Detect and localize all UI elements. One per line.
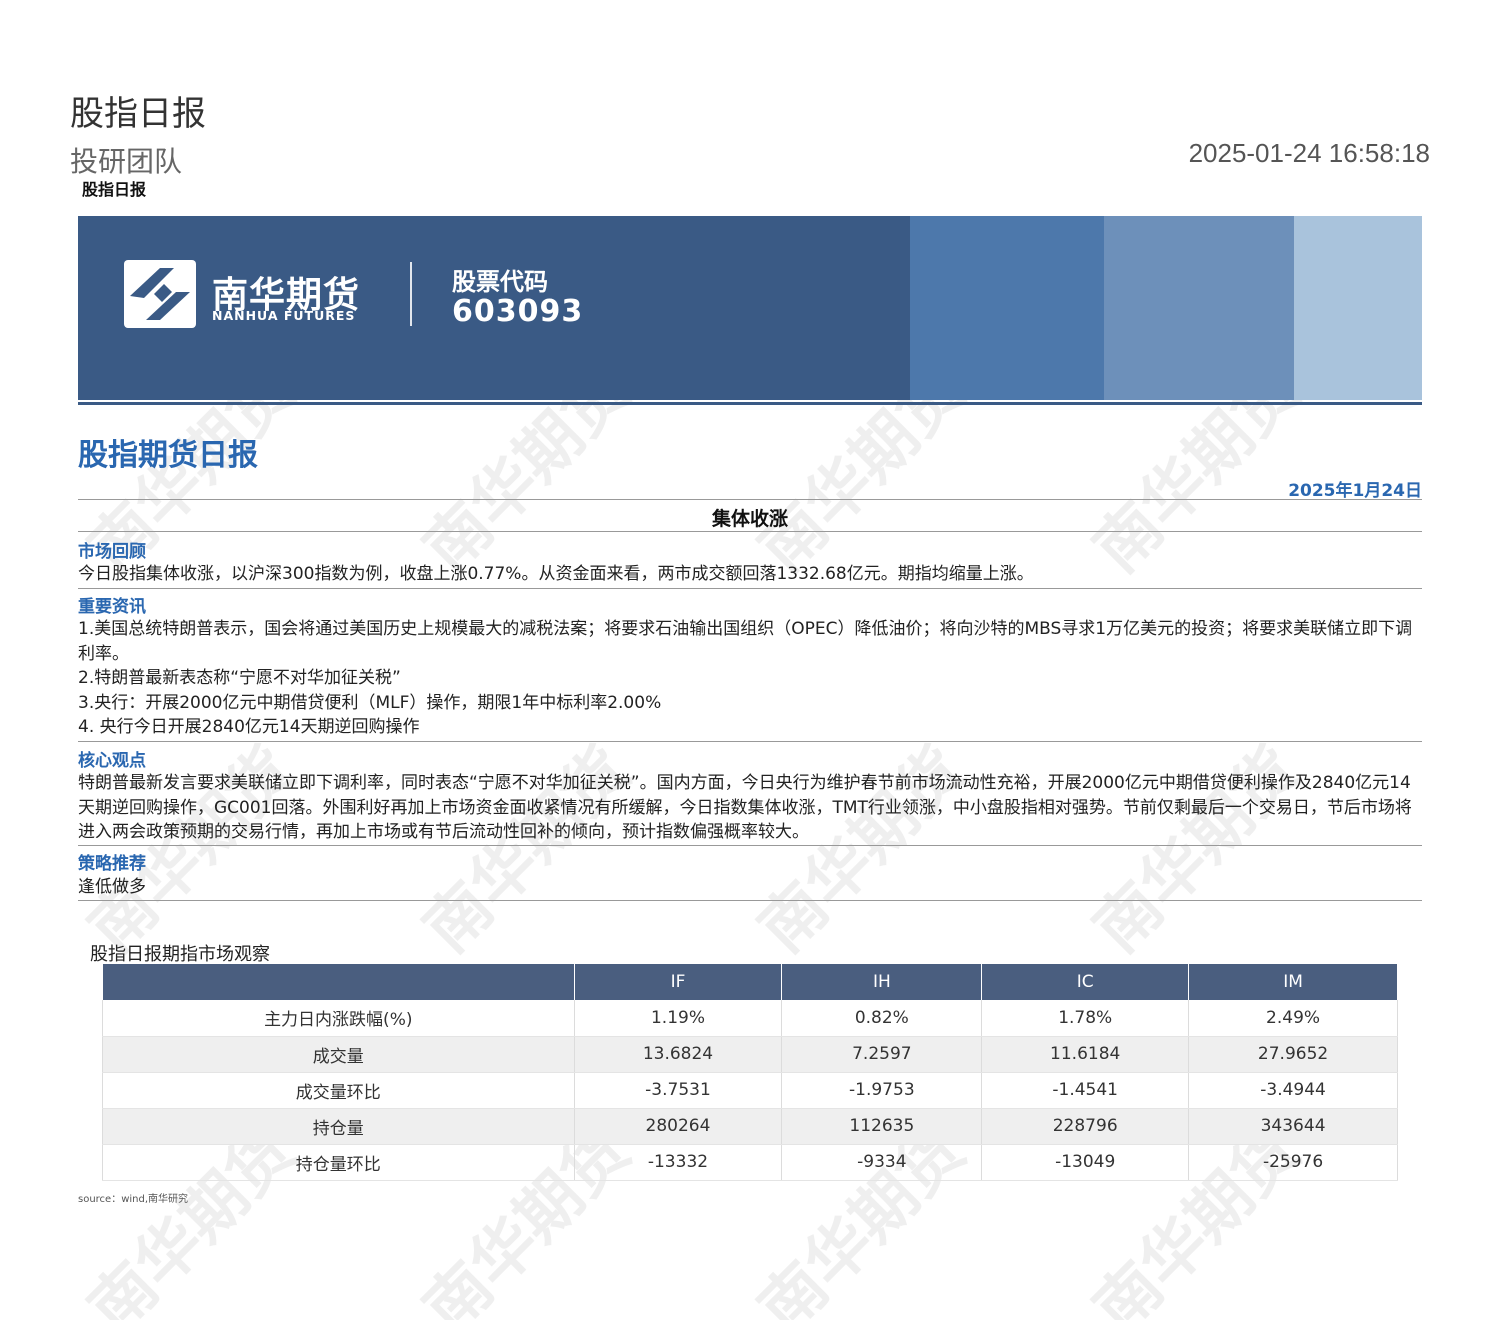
table-header-row: IF IH IC IM: [102, 964, 1398, 1000]
table-row: 持仓量环比 -13332 -9334 -13049 -25976: [102, 1144, 1398, 1181]
watermark-text: 南华期货: [410, 733, 644, 967]
stock-code-value: 603093: [452, 294, 584, 329]
table-cell: -1.4541: [981, 1072, 1190, 1109]
table-cell: 13.6824: [574, 1036, 783, 1073]
section-body-view: 特朗普最新发言要求美联储立即下调利率，同时表态“宁愿不对华加征关税”。国内方面，…: [78, 773, 1412, 842]
report-headline: 集体收涨: [711, 508, 788, 530]
section-heading-news: 重要资讯: [78, 597, 146, 617]
table-cell: 1.78%: [981, 1000, 1190, 1037]
document-subtitle: 投研团队: [70, 145, 183, 178]
document-small-title: 股指日报: [82, 180, 147, 199]
watermark-text: 南华期货: [1080, 733, 1314, 967]
table-cell: -9334: [781, 1144, 983, 1181]
row-label: 持仓量: [102, 1108, 575, 1145]
document-timestamp: 2025-01-24 16:58:18: [1188, 138, 1430, 168]
watermark-text: 南华期货: [745, 733, 979, 967]
banner-band: [1294, 216, 1422, 400]
report-title: 股指期货日报: [78, 438, 258, 473]
company-banner: 南华期货 NANHUA FUTURES 股票代码 603093: [78, 216, 1422, 400]
column-header: IM: [1188, 964, 1398, 1000]
table-cell: 2.49%: [1188, 1000, 1398, 1037]
report-date: 2025年1月24日: [1288, 481, 1422, 501]
divider: [78, 531, 1422, 532]
news-item: 1.美国总统特朗普表示，国会将通过美国历史上规模最大的减税法案；将要求石油输出国…: [78, 619, 1413, 664]
table-cell: 1.19%: [574, 1000, 783, 1037]
section-heading-view: 核心观点: [78, 751, 146, 771]
table-row: 成交量环比 -3.7531 -1.9753 -1.4541 -3.4944: [102, 1072, 1398, 1109]
row-label: 成交量: [102, 1036, 575, 1073]
column-header: IH: [781, 964, 983, 1000]
banner-band: [1104, 216, 1294, 400]
divider: [78, 845, 1422, 846]
table-cell: 0.82%: [781, 1000, 983, 1037]
stock-code-label: 股票代码: [452, 268, 548, 296]
banner-divider: [410, 262, 412, 326]
table-cell: -3.7531: [574, 1072, 783, 1109]
table-row: 主力日内涨跌幅(%) 1.19% 0.82% 1.78% 2.49%: [102, 1000, 1398, 1037]
row-label: 主力日内涨跌幅(%): [102, 1000, 575, 1037]
divider: [78, 499, 1422, 500]
table-row: 持仓量 280264 112635 228796 343644: [102, 1108, 1398, 1145]
table-cell: -3.4944: [1188, 1072, 1398, 1109]
news-item: 4. 央行今日开展2840亿元14天期逆回购操作: [78, 717, 420, 737]
banner-band: [910, 216, 1104, 400]
table-cell: -25976: [1188, 1144, 1398, 1181]
news-item: 2.特朗普最新表态称“宁愿不对华加征关税”: [78, 668, 401, 688]
table-cell: 280264: [574, 1108, 783, 1145]
table-source-note: source：wind,南华研究: [78, 1194, 189, 1205]
table-cell: -1.9753: [781, 1072, 983, 1109]
column-header: IF: [574, 964, 783, 1000]
row-label: 持仓量环比: [102, 1144, 575, 1181]
banner-underline: [78, 402, 1422, 405]
section-body-review: 今日股指集体收涨，以沪深300指数为例，收盘上涨0.77%。从资金面来看，两市成…: [78, 564, 1034, 584]
company-name-en: NANHUA FUTURES: [212, 308, 356, 323]
section-heading-strategy: 策略推荐: [78, 854, 146, 874]
table-cell: 112635: [781, 1108, 983, 1145]
table-cell: 7.2597: [781, 1036, 983, 1073]
column-header: [102, 964, 575, 1000]
section-body-strategy: 逢低做多: [78, 877, 146, 897]
table-cell: -13049: [981, 1144, 1190, 1181]
column-header: IC: [981, 964, 1190, 1000]
table-cell: 343644: [1188, 1108, 1398, 1145]
divider: [78, 588, 1422, 589]
divider: [78, 741, 1422, 742]
company-logo-icon: [124, 260, 196, 328]
row-label: 成交量环比: [102, 1072, 575, 1109]
market-observation-table: IF IH IC IM 主力日内涨跌幅(%) 1.19% 0.82% 1.78%…: [102, 964, 1398, 1181]
document-title: 股指日报: [70, 94, 206, 134]
table-title: 股指日报期指市场观察: [90, 944, 270, 965]
divider: [78, 900, 1422, 901]
table-cell: 11.6184: [981, 1036, 1190, 1073]
news-item: 3.央行：开展2000亿元中期借贷便利（MLF）操作，期限1年中标利率2.00%: [78, 692, 662, 713]
section-heading-review: 市场回顾: [78, 542, 146, 562]
table-cell: -13332: [574, 1144, 783, 1181]
table-cell: 228796: [981, 1108, 1190, 1145]
table-row: 成交量 13.6824 7.2597 11.6184 27.9652: [102, 1036, 1398, 1073]
news-list: 1.美国总统特朗普表示，国会将通过美国历史上规模最大的减税法案；将要求石油输出国…: [78, 617, 1422, 740]
table-cell: 27.9652: [1188, 1036, 1398, 1073]
